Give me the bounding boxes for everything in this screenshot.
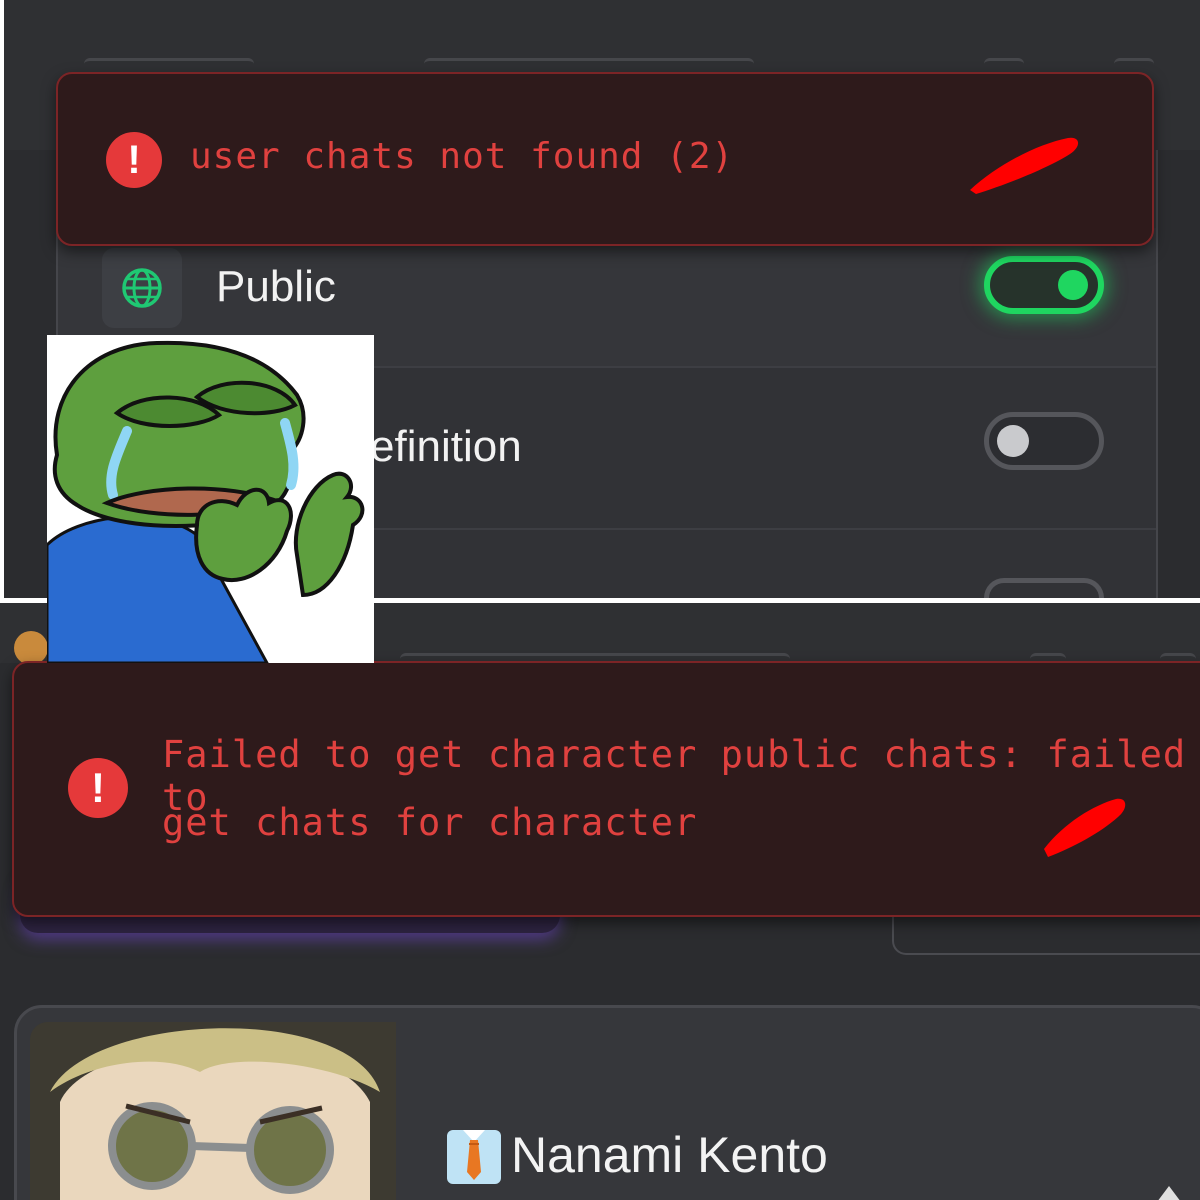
toast-message-line2: get chats for character bbox=[162, 801, 698, 844]
third-toggle[interactable] bbox=[984, 578, 1104, 598]
toast-message: user chats not found (2) bbox=[190, 136, 735, 177]
error-toast[interactable]: ! Failed to get character public chats: … bbox=[12, 661, 1200, 917]
toggle-knob bbox=[997, 425, 1029, 457]
definition-toggle[interactable] bbox=[984, 412, 1104, 470]
crying-frog-sticker bbox=[47, 335, 374, 663]
toggle-knob bbox=[1058, 270, 1088, 300]
globe-icon bbox=[102, 248, 182, 328]
necktie-icon bbox=[447, 1130, 501, 1184]
error-toast[interactable]: ! user chats not found (2) bbox=[56, 72, 1154, 246]
character-card[interactable]: Nanami Kento bbox=[14, 1005, 1200, 1200]
chevron-up-icon[interactable] bbox=[1157, 1186, 1181, 1200]
definition-label: efinition bbox=[370, 422, 522, 471]
bottom-screenshot: ! Failed to get character public chats: … bbox=[0, 603, 1200, 1200]
character-name: Nanami Kento bbox=[511, 1127, 828, 1183]
avatar bbox=[14, 631, 48, 665]
red-scribble bbox=[970, 137, 1079, 194]
character-avatar bbox=[30, 1022, 396, 1200]
public-toggle[interactable] bbox=[984, 256, 1104, 314]
exclamation-circle-icon: ! bbox=[106, 132, 162, 188]
red-scribble bbox=[1044, 798, 1126, 857]
public-label: Public bbox=[216, 262, 336, 311]
exclamation-circle-icon: ! bbox=[68, 758, 128, 818]
